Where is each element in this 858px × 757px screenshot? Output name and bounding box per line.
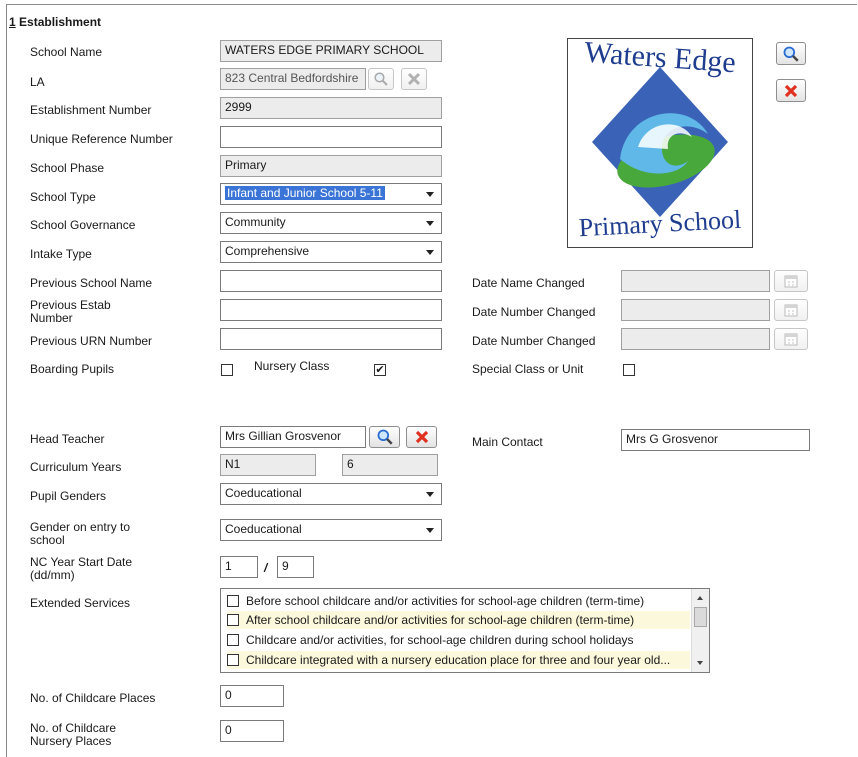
gender-entry-select[interactable]: Coeducational xyxy=(220,519,442,541)
gender-entry-label: Gender on entry to school xyxy=(30,520,131,547)
governance-label: School Governance xyxy=(30,218,136,232)
governance-select[interactable]: Community xyxy=(220,212,442,234)
urn-field[interactable] xyxy=(220,126,442,148)
date-name-changed-calendar-button[interactable] xyxy=(774,270,808,292)
estab-number-label: Establishment Number xyxy=(30,103,152,117)
date-number-changed-field[interactable] xyxy=(621,299,770,321)
scroll-up-arrow[interactable] xyxy=(697,596,703,600)
list-item[interactable]: Childcare and/or activities, for school-… xyxy=(227,631,634,649)
head-teacher-label: Head Teacher xyxy=(30,432,105,446)
date-name-changed-label: Date Name Changed xyxy=(472,276,585,290)
list-item[interactable]: Childcare integrated with a nursery educ… xyxy=(227,651,690,669)
date-number-changed-calendar-button-2[interactable] xyxy=(774,328,808,350)
list-item[interactable]: Before school childcare and/or activitie… xyxy=(227,592,644,610)
clear-x-icon xyxy=(407,72,421,86)
calendar-icon xyxy=(784,333,798,346)
prev-name-label: Previous School Name xyxy=(30,276,153,290)
calendar-icon xyxy=(784,304,798,317)
prev-urn-label: Previous URN Number xyxy=(30,334,153,348)
urn-label: Unique Reference Number xyxy=(30,132,173,146)
curriculum-to-field[interactable]: 6 xyxy=(342,454,438,476)
school-phase-label: School Phase xyxy=(30,161,105,175)
head-teacher-clear-button[interactable] xyxy=(406,426,437,448)
curriculum-from-field[interactable]: N1 xyxy=(220,454,316,476)
list-scrollbar[interactable] xyxy=(691,589,709,672)
prev-urn-field[interactable] xyxy=(220,328,442,350)
governance-value: Community xyxy=(225,215,286,229)
date-name-changed-field[interactable] xyxy=(621,270,770,292)
special-unit-checkbox[interactable] xyxy=(623,364,635,376)
nursery-checkbox[interactable]: ✔ xyxy=(374,364,386,376)
school-phase-field[interactable]: Primary xyxy=(220,155,442,177)
search-icon xyxy=(377,429,393,445)
intake-value: Comprehensive xyxy=(225,244,310,258)
date-number-changed-field-2[interactable] xyxy=(621,328,770,350)
scroll-thumb[interactable] xyxy=(694,607,707,627)
scroll-down-arrow[interactable] xyxy=(697,661,703,665)
extended-services-list[interactable]: Before school childcare and/or activitie… xyxy=(220,588,710,673)
nc-year-start-label: NC Year Start Date (dd/mm) xyxy=(30,555,133,582)
pupil-genders-select[interactable]: Coeducational xyxy=(220,483,442,505)
main-contact-field[interactable]: Mrs G Grosvenor xyxy=(621,429,810,451)
extended-services-label: Extended Services xyxy=(30,596,131,610)
school-type-value: Infant and Junior School 5-11 xyxy=(225,186,385,200)
search-icon xyxy=(783,46,799,62)
search-icon xyxy=(374,72,388,86)
service-checkbox[interactable] xyxy=(227,654,239,666)
pupil-genders-label: Pupil Genders xyxy=(30,489,107,503)
curriculum-years-label: Curriculum Years xyxy=(30,460,122,474)
prev-estab-label: Previous Estab Number xyxy=(30,298,111,325)
intake-select[interactable]: Comprehensive xyxy=(220,241,442,263)
head-teacher-search-button[interactable] xyxy=(369,426,400,448)
clear-x-icon xyxy=(784,84,798,97)
boarding-checkbox[interactable] xyxy=(221,364,233,376)
prev-name-field[interactable] xyxy=(220,270,442,292)
nursery-label: Nursery Class xyxy=(254,359,330,373)
school-type-label: School Type xyxy=(30,190,96,204)
la-clear-button[interactable] xyxy=(401,68,427,90)
date-number-changed-calendar-button[interactable] xyxy=(774,299,808,321)
school-logo: Waters Edge Primary School xyxy=(567,38,753,248)
logo-clear-button[interactable] xyxy=(776,79,806,102)
la-field[interactable]: 823 Central Bedfordshire xyxy=(220,68,366,90)
estab-number-field[interactable]: 2999 xyxy=(220,97,442,119)
boarding-label: Boarding Pupils xyxy=(30,362,115,376)
gender-entry-value: Coeducational xyxy=(225,522,302,536)
la-label: LA xyxy=(30,75,45,89)
pupil-genders-value: Coeducational xyxy=(225,486,302,500)
main-contact-label: Main Contact xyxy=(472,435,543,449)
date-number-changed-label-2: Date Number Changed xyxy=(472,334,596,348)
service-checkbox[interactable] xyxy=(227,614,239,626)
date-separator: / xyxy=(264,561,268,575)
clear-x-icon xyxy=(415,430,428,444)
service-checkbox[interactable] xyxy=(227,595,239,607)
nc-start-day-field[interactable]: 1 xyxy=(220,556,258,578)
prev-estab-field[interactable] xyxy=(220,299,442,321)
school-type-select[interactable]: Infant and Junior School 5-11 xyxy=(220,183,442,205)
calendar-icon xyxy=(784,275,798,288)
school-name-label: School Name xyxy=(30,45,103,59)
nursery-places-label: No. of Childcare Nursery Places xyxy=(30,721,117,748)
nursery-places-field[interactable]: 0 xyxy=(220,720,284,742)
school-name-field[interactable]: WATERS EDGE PRIMARY SCHOOL xyxy=(220,40,442,62)
section-title: 1 Establishment xyxy=(9,15,102,29)
list-item[interactable]: After school childcare and/or activities… xyxy=(227,611,690,629)
special-unit-label: Special Class or Unit xyxy=(472,362,584,376)
nc-start-month-field[interactable]: 9 xyxy=(277,556,314,578)
date-number-changed-label: Date Number Changed xyxy=(472,305,596,319)
childcare-places-field[interactable]: 0 xyxy=(220,685,284,707)
la-search-button[interactable] xyxy=(368,68,394,90)
intake-label: Intake Type xyxy=(30,247,92,261)
head-teacher-field[interactable]: Mrs Gillian Grosvenor xyxy=(220,426,366,448)
service-checkbox[interactable] xyxy=(227,634,239,646)
childcare-places-label: No. of Childcare Places xyxy=(30,691,156,705)
logo-search-button[interactable] xyxy=(776,42,806,65)
